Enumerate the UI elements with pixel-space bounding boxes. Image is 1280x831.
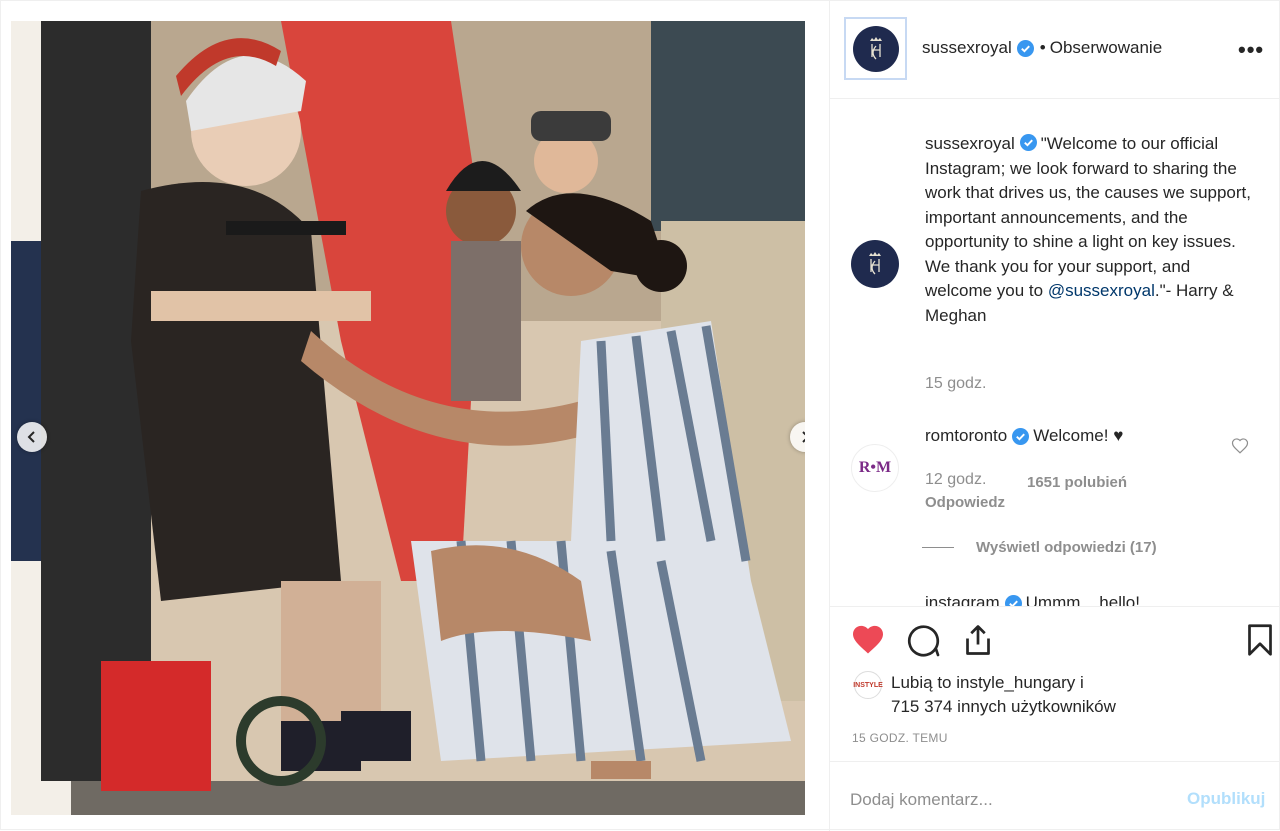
- comment-reply-button[interactable]: Odpowiedz: [925, 494, 1005, 511]
- comment-username[interactable]: instagram: [925, 593, 1000, 606]
- liker-avatar[interactable]: INSTYLE: [853, 671, 883, 699]
- likes-line-2: 715 374 innych użytkowników: [891, 697, 1116, 716]
- caption-time[interactable]: 15 godz.: [925, 375, 986, 393]
- header-username[interactable]: sussexroyal: [922, 38, 1012, 58]
- add-comment-bar: Opublikuj: [830, 761, 1280, 831]
- replies-divider: [922, 547, 954, 548]
- verified-badge-icon: [1004, 594, 1022, 606]
- like-comment-heart-icon[interactable]: [1231, 437, 1249, 455]
- comment-likes-count[interactable]: 1651 polubień: [1027, 474, 1127, 491]
- post-photo[interactable]: [11, 21, 805, 815]
- view-replies-button[interactable]: Wyświetl odpowiedzi (17): [922, 539, 1157, 556]
- post-sidebar: sussexroyal • Obserwowanie ••• sussexroy…: [829, 1, 1280, 831]
- photo-illustration: [11, 21, 805, 815]
- caption-mention-link[interactable]: @sussexroyal: [1048, 281, 1155, 300]
- comment-text: Ummm... hello!: [1025, 593, 1140, 606]
- royal-monogram-icon: [869, 252, 881, 275]
- royal-monogram-icon: [869, 36, 882, 59]
- comment-instagram: instagram Ummm... hello!: [925, 593, 1140, 606]
- liked-heart-icon[interactable]: [850, 622, 886, 658]
- post-header: sussexroyal • Obserwowanie •••: [830, 1, 1280, 99]
- view-replies-label: Wyświetl odpowiedzi (17): [976, 539, 1157, 556]
- header-separator: •: [1039, 38, 1046, 57]
- add-comment-input[interactable]: [850, 790, 1170, 810]
- publish-comment-button[interactable]: Opublikuj: [1187, 789, 1265, 809]
- comment-text: Welcome! ♥: [1033, 426, 1124, 445]
- verified-badge-icon: [1012, 427, 1030, 445]
- profile-avatar[interactable]: [844, 17, 907, 80]
- caption-username[interactable]: sussexroyal: [925, 134, 1015, 153]
- comment-username[interactable]: romtoronto: [925, 426, 1007, 446]
- verified-badge-icon: [1019, 134, 1037, 151]
- chevron-right-icon: [802, 431, 805, 443]
- comment-icon[interactable]: [905, 622, 941, 658]
- comment-romtoronto: romtoronto Welcome! ♥: [925, 426, 1123, 446]
- posted-time[interactable]: 15 GODZ. TEMU: [852, 731, 948, 745]
- share-icon[interactable]: [960, 622, 996, 658]
- following-button[interactable]: Obserwowanie: [1050, 38, 1162, 58]
- verified-badge-icon: [1016, 39, 1034, 57]
- comments-section[interactable]: sussexroyal "Welcome to our official Inst…: [830, 99, 1280, 606]
- instagram-post: sussexroyal • Obserwowanie ••• sussexroy…: [0, 0, 1280, 831]
- likes-summary[interactable]: Lubią to instyle_hungary i 715 374 innyc…: [891, 671, 1116, 719]
- monogram-logo: [852, 25, 899, 72]
- post-caption: sussexroyal "Welcome to our official Inst…: [925, 132, 1260, 328]
- chevron-left-icon: [27, 431, 35, 443]
- likes-line-1: Lubią to instyle_hungary i: [891, 673, 1084, 692]
- comment-time[interactable]: 12 godz.: [925, 471, 986, 489]
- caption-text: "Welcome to our official Instagram; we l…: [925, 134, 1251, 300]
- carousel-prev-button[interactable]: [17, 422, 47, 452]
- more-options-button[interactable]: •••: [1238, 37, 1264, 63]
- comment-avatar-romtoronto[interactable]: R•M: [851, 444, 899, 492]
- caption-avatar[interactable]: [851, 240, 899, 288]
- bookmark-icon[interactable]: [1242, 622, 1278, 658]
- header-username-row: sussexroyal • Obserwowanie: [922, 38, 1162, 58]
- post-actions: INSTYLE Lubią to instyle_hungary i 715 3…: [830, 606, 1280, 761]
